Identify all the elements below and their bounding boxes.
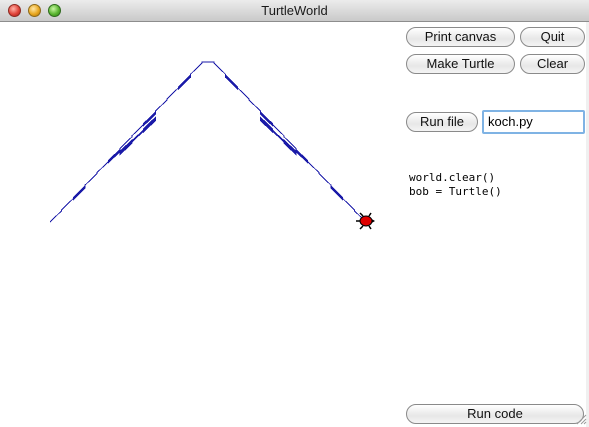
- run-code-button[interactable]: Run code: [406, 404, 584, 424]
- code-editor[interactable]: world.clear() bob = Turtle(): [409, 171, 585, 391]
- run-file-button[interactable]: Run file: [406, 112, 478, 132]
- turtleworld-window: TurtleWorld Print canvas Quit Make Turtl…: [0, 0, 589, 427]
- print-canvas-button[interactable]: Print canvas: [406, 27, 515, 47]
- clear-button[interactable]: Clear: [520, 54, 585, 74]
- quit-button[interactable]: Quit: [520, 27, 585, 47]
- window-title: TurtleWorld: [261, 3, 328, 18]
- turtle-canvas[interactable]: [0, 22, 400, 427]
- resize-grip-icon[interactable]: [575, 413, 587, 425]
- title-bar[interactable]: TurtleWorld: [0, 0, 589, 22]
- koch-curve: [49, 61, 367, 223]
- make-turtle-button[interactable]: Make Turtle: [406, 54, 515, 74]
- filename-input[interactable]: koch.py: [482, 110, 585, 134]
